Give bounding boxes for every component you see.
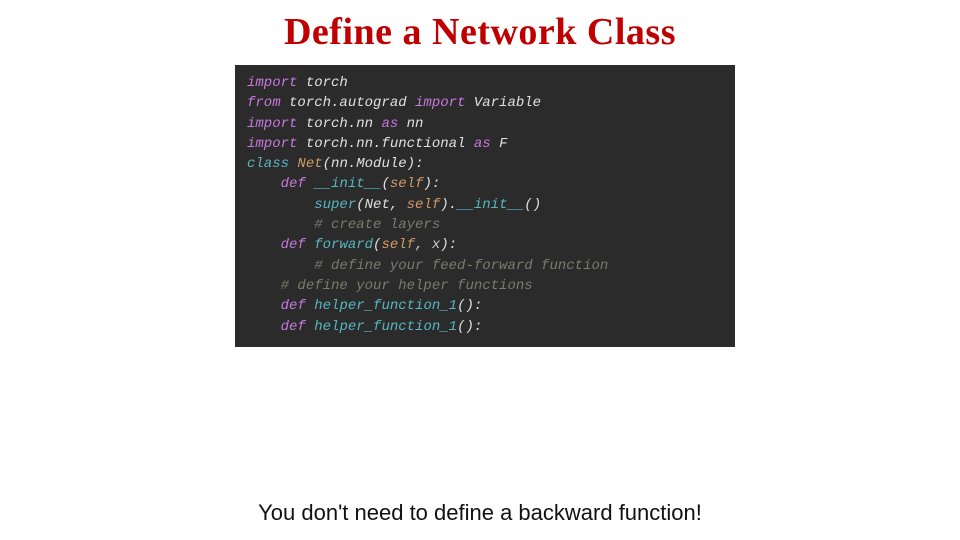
code-token	[306, 319, 314, 335]
code-block: import torch from torch.autograd import …	[235, 65, 735, 347]
self-param: self	[381, 237, 415, 253]
comment: # create layers	[314, 217, 440, 233]
code-token: (	[323, 156, 331, 172]
code-token: nn.Module	[331, 156, 407, 172]
code-line: def forward(self, x):	[247, 235, 723, 255]
keyword-import: import	[247, 136, 297, 152]
code-line: class Net(nn.Module):	[247, 154, 723, 174]
func-name: helper_function_1	[314, 298, 457, 314]
code-line: from torch.autograd import Variable	[247, 93, 723, 113]
keyword-class: class	[247, 156, 289, 172]
indent	[247, 176, 281, 192]
code-token: ()	[524, 197, 541, 213]
indent	[247, 258, 314, 274]
code-token: ():	[457, 319, 482, 335]
indent	[247, 197, 314, 213]
code-token: (Net,	[356, 197, 406, 213]
indent	[247, 217, 314, 233]
code-token: Variable	[465, 95, 541, 111]
func-name: __init__	[314, 176, 381, 192]
self-param: self	[407, 197, 441, 213]
indent	[247, 237, 281, 253]
indent	[247, 278, 281, 294]
code-token: ):	[423, 176, 440, 192]
code-line: def helper_function_1():	[247, 296, 723, 316]
func-name: forward	[314, 237, 373, 253]
code-token: (	[381, 176, 389, 192]
keyword-def: def	[281, 298, 306, 314]
code-token	[306, 176, 314, 192]
keyword-def: def	[281, 176, 306, 192]
keyword-import: import	[247, 75, 297, 91]
code-line: super(Net, self).__init__()	[247, 195, 723, 215]
code-line: # define your feed-forward function	[247, 256, 723, 276]
builtin: super	[314, 197, 356, 213]
code-token: ):	[407, 156, 424, 172]
self-param: self	[390, 176, 424, 192]
page-title: Define a Network Class	[0, 0, 960, 54]
keyword-import: import	[415, 95, 465, 111]
comment: # define your helper functions	[281, 278, 533, 294]
func-name: __init__	[457, 197, 524, 213]
code-token: torch	[297, 75, 347, 91]
code-token	[306, 237, 314, 253]
code-line: import torch.nn.functional as F	[247, 134, 723, 154]
code-line: import torch	[247, 73, 723, 93]
keyword-as: as	[474, 136, 491, 152]
slide: Define a Network Class import torch from…	[0, 0, 960, 540]
code-line: import torch.nn as nn	[247, 114, 723, 134]
code-line: # create layers	[247, 215, 723, 235]
code-token: torch.nn.functional	[297, 136, 473, 152]
func-name: helper_function_1	[314, 319, 457, 335]
caption: You don't need to define a backward func…	[0, 500, 960, 526]
keyword-def: def	[281, 319, 306, 335]
keyword-from: from	[247, 95, 281, 111]
code-token: nn	[398, 116, 423, 132]
indent	[247, 298, 281, 314]
keyword-def: def	[281, 237, 306, 253]
code-token: ):	[440, 237, 457, 253]
indent	[247, 319, 281, 335]
keyword-import: import	[247, 116, 297, 132]
code-line: def helper_function_1():	[247, 317, 723, 337]
arg: , x	[415, 237, 440, 253]
code-token: ).	[440, 197, 457, 213]
code-line: # define your helper functions	[247, 276, 723, 296]
code-token: torch.nn	[297, 116, 381, 132]
code-token	[306, 298, 314, 314]
code-token: ():	[457, 298, 482, 314]
keyword-as: as	[381, 116, 398, 132]
code-token: torch.autograd	[281, 95, 415, 111]
class-name: Net	[297, 156, 322, 172]
code-token: F	[491, 136, 508, 152]
comment: # define your feed-forward function	[314, 258, 608, 274]
code-line: def __init__(self):	[247, 174, 723, 194]
